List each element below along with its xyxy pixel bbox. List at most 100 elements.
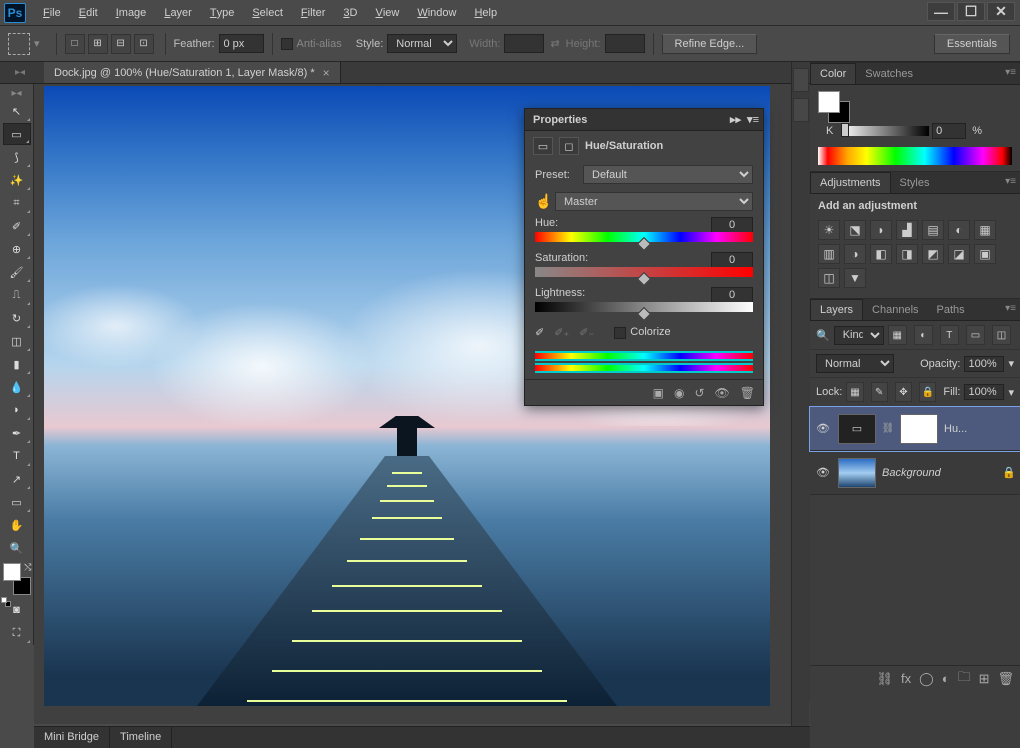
maximize-button[interactable]: ☐	[957, 2, 985, 21]
lock-pixels-icon[interactable]: ✎	[871, 382, 888, 402]
filter-type-icon[interactable]: T	[940, 325, 959, 345]
reset-icon[interactable]: ↺	[694, 386, 704, 400]
eyedropper-icon[interactable]: ✐	[535, 326, 544, 339]
hue-slider[interactable]	[535, 232, 753, 242]
menu-type[interactable]: Type	[201, 0, 243, 26]
close-tab-button[interactable]: ×	[323, 66, 330, 80]
menu-file[interactable]: File	[34, 0, 70, 26]
preset-select[interactable]: Default	[583, 165, 753, 184]
tab-color[interactable]: Color	[810, 63, 856, 84]
toolbox-grip[interactable]: ▸◂	[0, 87, 33, 99]
color-spectrum[interactable]	[818, 147, 1012, 165]
layer-image-thumb[interactable]	[838, 458, 876, 488]
adj-selective-color-icon[interactable]: ▼	[844, 268, 866, 288]
tab-adjustments[interactable]: Adjustments	[810, 172, 891, 193]
close-button[interactable]: ✕	[987, 2, 1015, 21]
lock-transparency-icon[interactable]: ▦	[846, 382, 863, 402]
type-tool[interactable]: T	[3, 445, 31, 467]
lock-all-icon[interactable]: 🔒	[919, 382, 936, 402]
adj-black-white-icon[interactable]: ▥	[818, 244, 840, 264]
quickmask-button[interactable]: ◙	[3, 599, 31, 621]
tab-swatches[interactable]: Swatches	[856, 64, 922, 84]
filter-adjust-icon[interactable]: ◐	[914, 325, 933, 345]
menu-filter[interactable]: Filter	[292, 0, 334, 26]
filter-shape-icon[interactable]: ▭	[966, 325, 985, 345]
filter-smart-icon[interactable]: ◫	[992, 325, 1011, 345]
blend-mode-select[interactable]: Normal	[816, 354, 894, 373]
menu-edit[interactable]: Edit	[70, 0, 107, 26]
layer-row-background[interactable]: 👁 Background 🔒	[810, 451, 1020, 495]
saturation-value[interactable]	[711, 252, 753, 268]
hue-range-strip-top[interactable]	[535, 351, 753, 361]
channel-select[interactable]: Master	[555, 192, 753, 211]
new-layer-icon[interactable]: ⊞	[979, 671, 990, 687]
opacity-input[interactable]	[964, 356, 1004, 372]
history-panel-icon[interactable]	[793, 68, 809, 92]
eyedropper-tool[interactable]: ✐	[3, 215, 31, 237]
history-brush-tool[interactable]: ↻	[3, 307, 31, 329]
new-group-icon[interactable]: 🗀	[958, 668, 971, 690]
marquee-tool[interactable]: ▭	[3, 123, 31, 145]
adj-color-lookup-icon[interactable]: ◨	[896, 244, 918, 264]
menu-select[interactable]: Select	[243, 0, 292, 26]
selection-new-icon[interactable]: □	[65, 34, 85, 54]
adj-vibrance-icon[interactable]: ▤	[922, 220, 944, 240]
adj-brightness-contrast-icon[interactable]: ☀	[818, 220, 840, 240]
refine-edge-button[interactable]: Refine Edge...	[662, 34, 758, 54]
toolbox-collapse-grip[interactable]: ▸◂	[0, 62, 40, 84]
dodge-tool[interactable]: ◗	[3, 399, 31, 421]
adj-channel-mixer-icon[interactable]: ◧	[870, 244, 892, 264]
k-slider[interactable]	[841, 126, 929, 136]
path-select-tool[interactable]: ↗	[3, 468, 31, 490]
selection-subtract-icon[interactable]: ⊟	[111, 34, 131, 54]
fill-input[interactable]	[964, 384, 1004, 400]
tab-layers[interactable]: Layers	[810, 299, 863, 320]
healing-tool[interactable]: ⊕	[3, 238, 31, 260]
zoom-tool[interactable]: 🔍	[3, 537, 31, 559]
adj-curves-icon[interactable]: ◗	[870, 220, 892, 240]
shape-tool[interactable]: ▭	[3, 491, 31, 513]
adj-threshold-icon[interactable]: ▣	[974, 244, 996, 264]
menu-help[interactable]: Help	[465, 0, 506, 26]
swap-colors-icon[interactable]: ⤭	[24, 562, 31, 573]
layers-panel-menu[interactable]: ▾≡	[1005, 303, 1016, 314]
opacity-flyout[interactable]: ▾	[1008, 357, 1014, 370]
crop-tool[interactable]: ⌗	[3, 192, 31, 214]
link-layers-icon[interactable]: ⛓	[877, 671, 894, 687]
foreground-color[interactable]	[3, 563, 21, 581]
fx-icon[interactable]: fx	[901, 671, 911, 686]
lock-position-icon[interactable]: ✥	[895, 382, 912, 402]
selection-add-icon[interactable]: ⊞	[88, 34, 108, 54]
antialias-checkbox[interactable]	[281, 38, 293, 50]
workspace-button[interactable]: Essentials	[934, 34, 1010, 54]
mask-link-icon[interactable]: ⛓	[882, 423, 894, 434]
lightness-slider[interactable]	[535, 302, 753, 312]
layer-visibility-icon[interactable]: 👁	[814, 422, 832, 435]
targeted-adjust-icon[interactable]: ☝	[535, 193, 555, 210]
tool-preset-picker[interactable]	[8, 33, 30, 55]
gradient-tool[interactable]: ▮	[3, 353, 31, 375]
adj-exposure-icon[interactable]: ▟	[896, 220, 918, 240]
tab-channels[interactable]: Channels	[863, 300, 927, 320]
menu-3d[interactable]: 3D	[334, 0, 366, 26]
k-value-input[interactable]	[932, 123, 966, 139]
pen-tool[interactable]: ✒	[3, 422, 31, 444]
tab-paths[interactable]: Paths	[928, 300, 974, 320]
layer-row-adjustment[interactable]: 👁 ▭ ⛓ Hu...	[810, 407, 1020, 451]
view-previous-icon[interactable]: ◉	[674, 386, 684, 400]
collapse-icon[interactable]: ▸▸	[730, 113, 741, 126]
lasso-tool[interactable]: ⟆	[3, 146, 31, 168]
menu-image[interactable]: Image	[107, 0, 156, 26]
stamp-tool[interactable]: ⎍	[3, 284, 31, 306]
hue-range-strip-bottom[interactable]	[535, 363, 753, 373]
wand-tool[interactable]: ✨	[3, 169, 31, 191]
eyedropper-add-icon[interactable]: ✐₊	[554, 326, 569, 339]
layer-visibility-icon[interactable]: 👁	[814, 466, 832, 479]
filter-pixel-icon[interactable]: ▦	[888, 325, 907, 345]
new-fill-adjust-icon[interactable]: ◐	[942, 671, 950, 686]
delete-adjustment-icon[interactable]: 🗑	[740, 386, 755, 400]
document-tab[interactable]: Dock.jpg @ 100% (Hue/Saturation 1, Layer…	[44, 62, 341, 83]
blur-tool[interactable]: 💧	[3, 376, 31, 398]
feather-input[interactable]	[219, 34, 264, 53]
layer-filter-kind[interactable]: Kind	[834, 326, 884, 345]
